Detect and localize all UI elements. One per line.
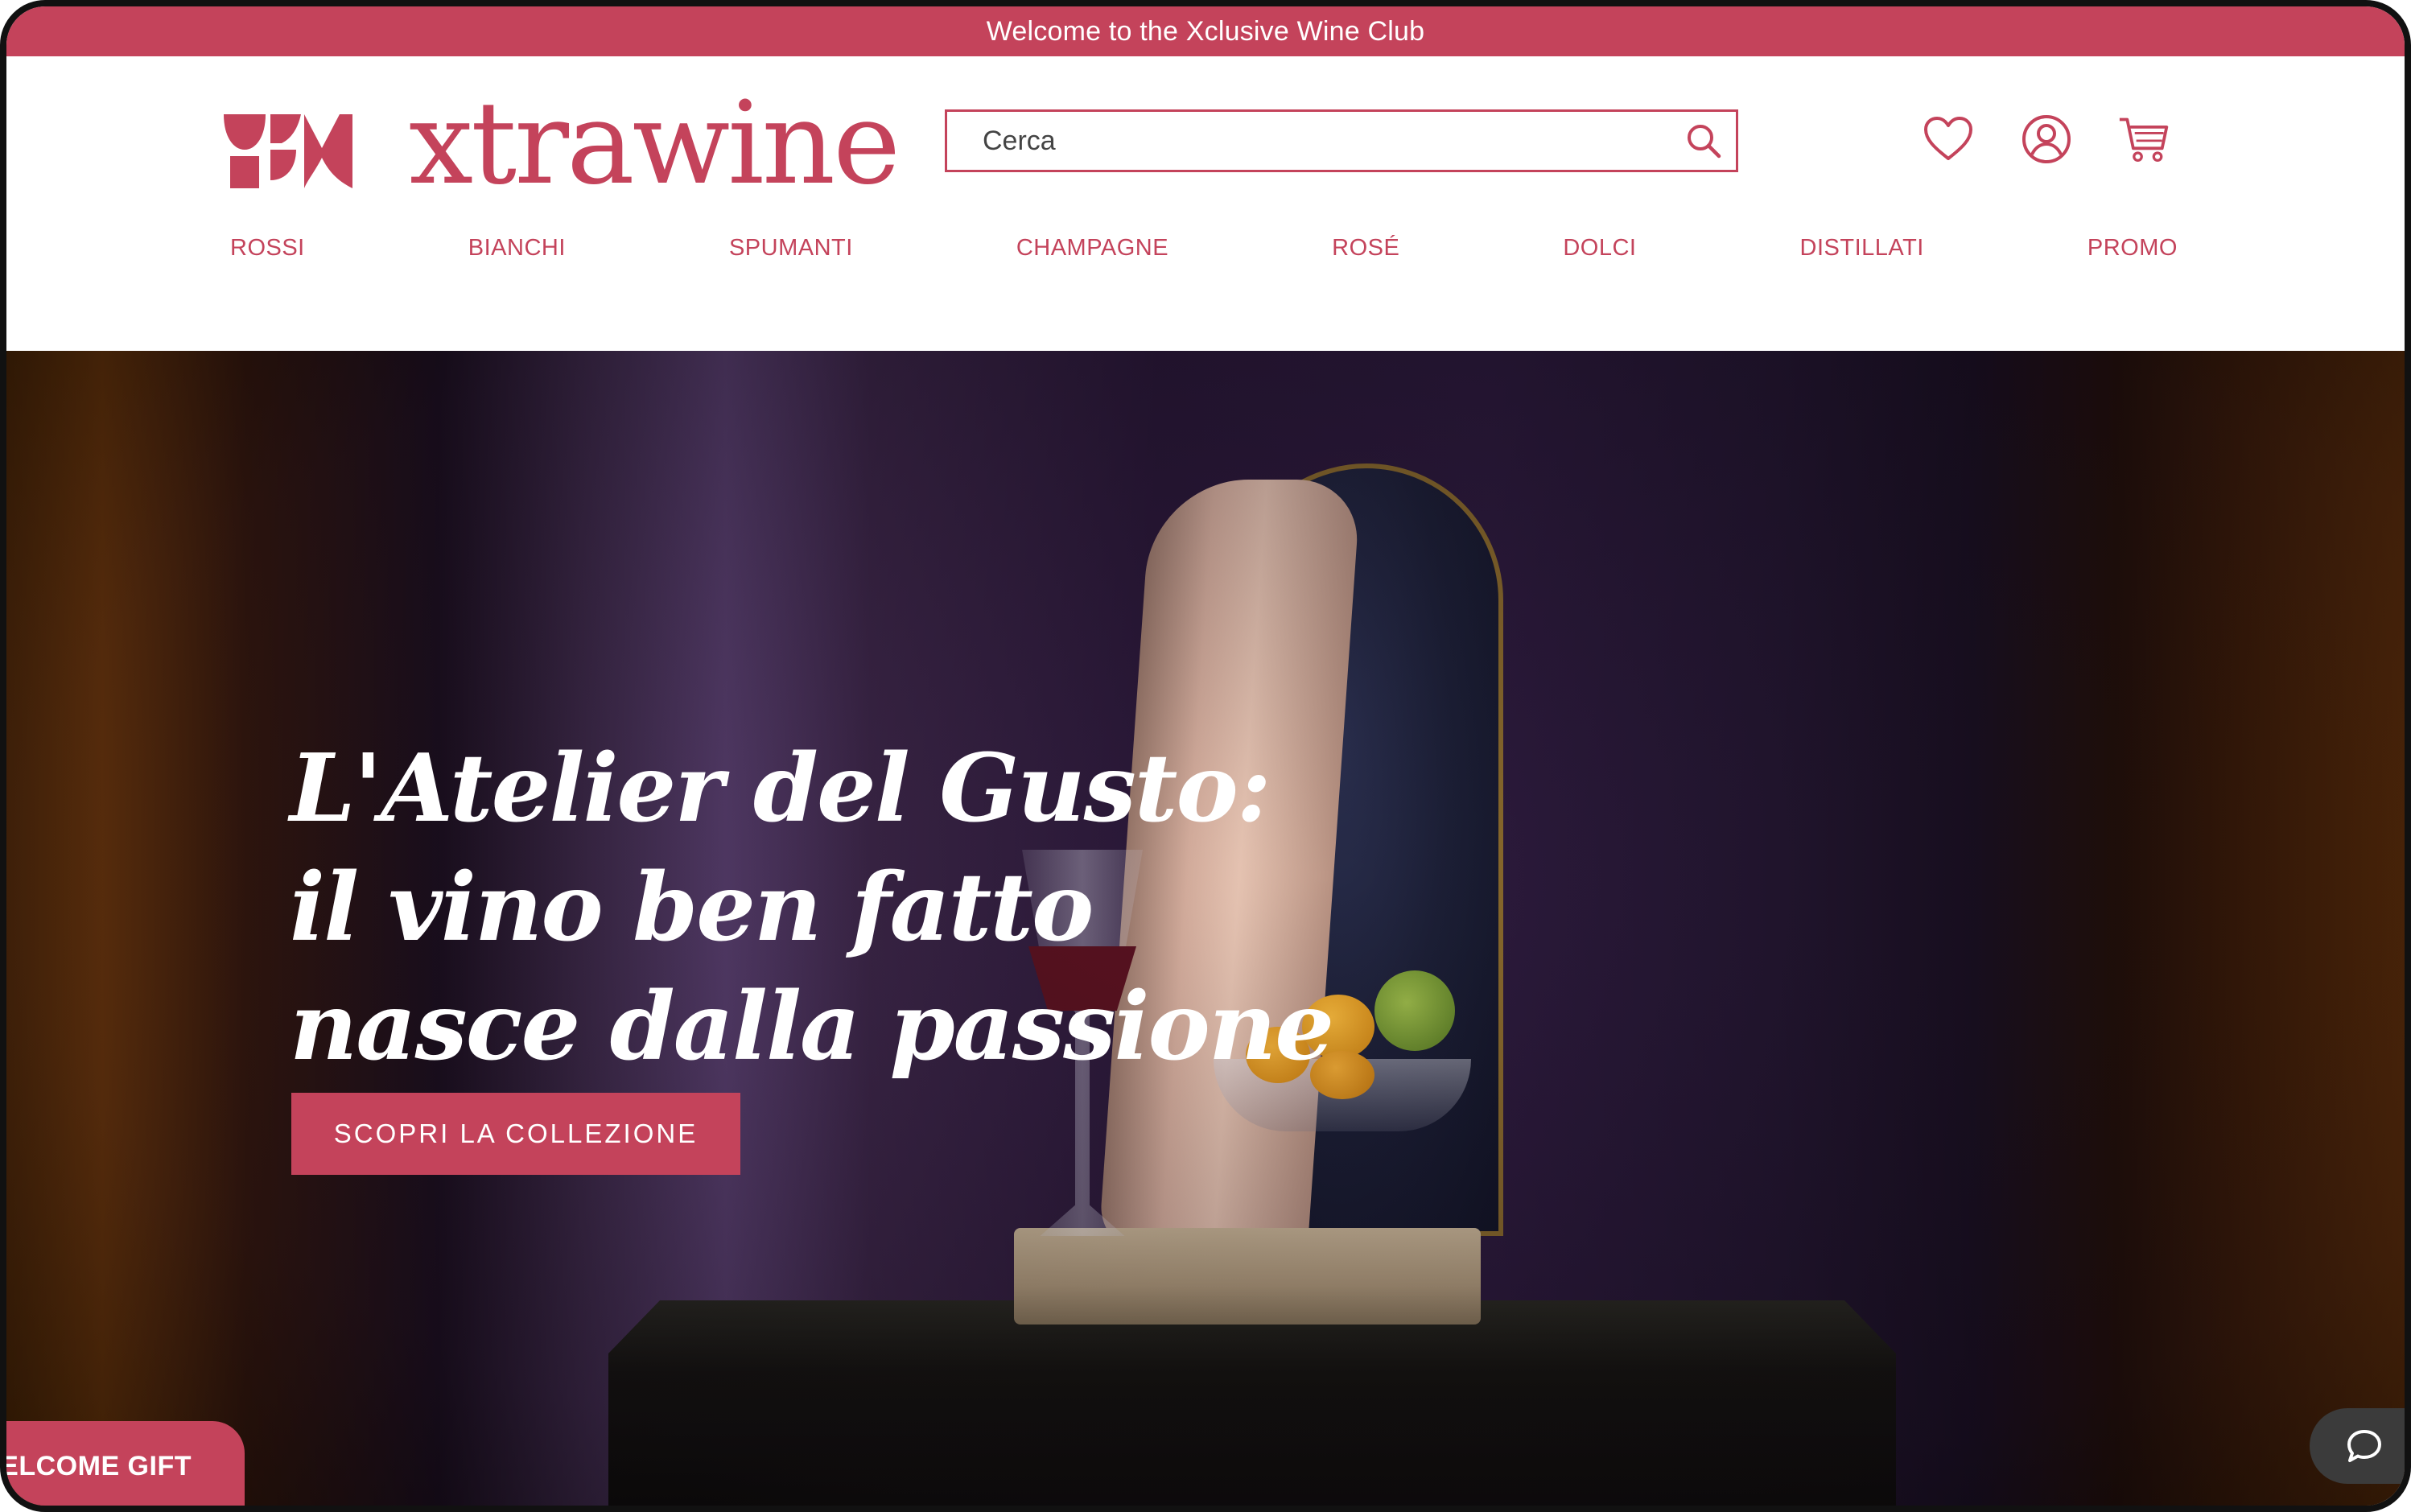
- search-box: [945, 109, 1738, 172]
- header-actions: [1922, 113, 2171, 166]
- logo-wordmark: xtrawine: [409, 77, 901, 210]
- nav-item-rossi[interactable]: ROSSI: [230, 235, 305, 262]
- account-button[interactable]: [2020, 113, 2073, 166]
- promo-bar[interactable]: Welcome to the Xclusive Wine Club: [6, 6, 2405, 56]
- nav-item-champagne[interactable]: CHAMPAGNE: [1016, 235, 1168, 262]
- logo-mark-icon: [224, 114, 352, 188]
- heart-icon: [1924, 117, 1972, 160]
- cart-button[interactable]: [2118, 113, 2171, 166]
- browser-viewport: Welcome to the Xclusive Wine Club xtrawi…: [0, 0, 2411, 1512]
- hero-title-line-3: nasce dalla passione: [290, 972, 1334, 1081]
- search-button[interactable]: [1671, 112, 1736, 170]
- welcome-gift-label: WELCOME GIFT: [0, 1450, 192, 1481]
- hero-banner: L'Atelier del Gusto: il vino ben fatto n…: [6, 351, 2405, 1506]
- nav-item-distillati[interactable]: DISTILLATI: [1800, 235, 1924, 262]
- site-logo[interactable]: xtrawine: [224, 77, 901, 210]
- account-icon: [2022, 115, 2071, 163]
- cart-icon: [2119, 117, 2169, 163]
- welcome-gift-button[interactable]: WELCOME GIFT: [0, 1421, 245, 1506]
- discover-collection-button[interactable]: SCOPRI LA COLLEZIONE: [291, 1093, 740, 1175]
- promo-bar-text: Welcome to the Xclusive Wine Club: [986, 15, 1425, 47]
- hero-title-line-2: il vino ben fatto: [290, 853, 1094, 962]
- search-input[interactable]: [947, 112, 1671, 170]
- chat-button[interactable]: [2310, 1408, 2405, 1484]
- site-header: xtrawine Cerca ROSSI BIANCHI SPUMANTI CH…: [6, 56, 2405, 351]
- chat-bubble-icon: [2347, 1430, 2381, 1462]
- nav-item-bianchi[interactable]: BIANCHI: [468, 235, 566, 262]
- wishlist-button[interactable]: [1922, 113, 1975, 166]
- nav-item-spumanti[interactable]: SPUMANTI: [729, 235, 853, 262]
- nav-item-rose[interactable]: ROSÉ: [1332, 235, 1399, 262]
- hero-title: L'Atelier del Gusto: il vino ben fatto n…: [290, 729, 1334, 1086]
- search-icon: [1688, 125, 1721, 159]
- nav-item-promo[interactable]: PROMO: [2087, 235, 2178, 262]
- nav-item-dolci[interactable]: DOLCI: [1563, 235, 1636, 262]
- hero-title-line-1: L'Atelier del Gusto:: [290, 734, 1271, 843]
- category-nav: ROSSI BIANCHI SPUMANTI CHAMPAGNE ROSÉ DO…: [230, 235, 2178, 262]
